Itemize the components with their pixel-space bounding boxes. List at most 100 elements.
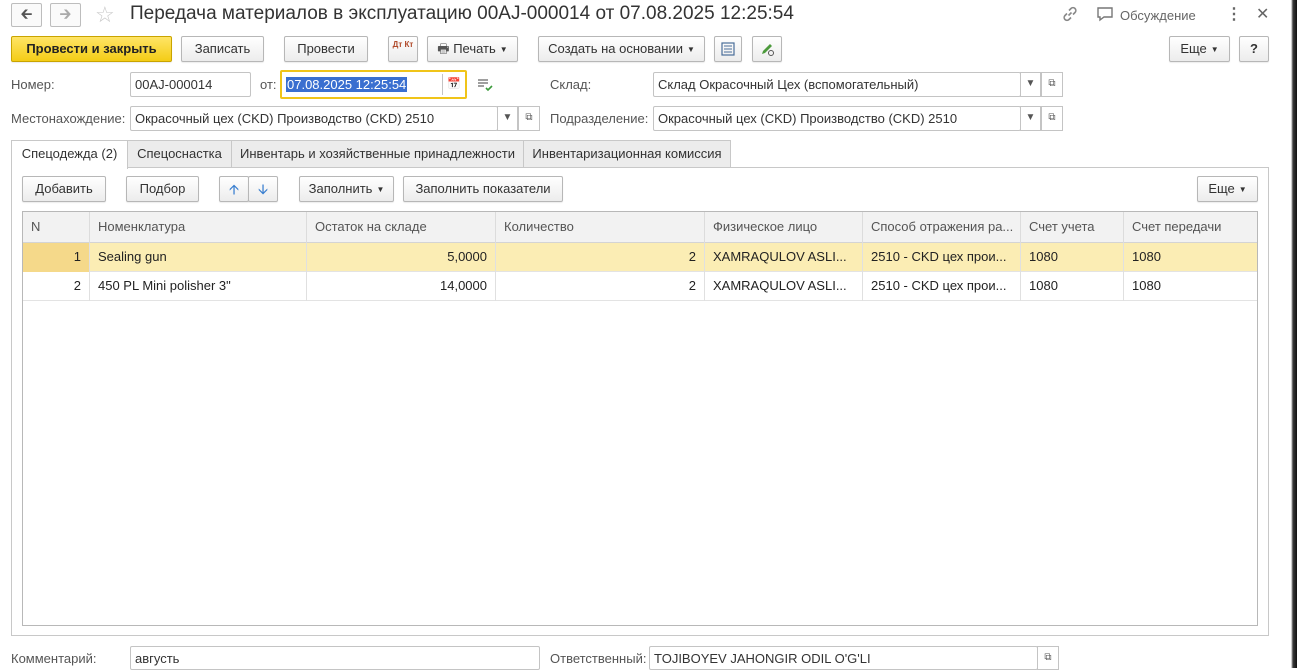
- location-dropdown-icon[interactable]: ▼: [497, 106, 518, 131]
- arrow-down-icon: 🡫: [257, 181, 269, 197]
- row-qty[interactable]: 2: [496, 272, 705, 301]
- col-qty[interactable]: Количество: [496, 212, 705, 243]
- row-account[interactable]: 1080: [1021, 272, 1124, 301]
- warehouse-label: Склад:: [550, 77, 592, 92]
- page-title: Передача материалов в эксплуатацию 00AJ-…: [130, 3, 794, 24]
- edit-document-button[interactable]: [752, 36, 782, 62]
- row-stock: 5,0000: [307, 243, 496, 272]
- tab-inventory-commission[interactable]: Инвентаризационная комиссия: [523, 140, 731, 168]
- save-button[interactable]: Записать: [181, 36, 264, 62]
- row-method[interactable]: 2510 - CKD цех прои...: [863, 272, 1021, 301]
- date-label: от:: [260, 77, 277, 92]
- print-label: Печать: [453, 41, 496, 56]
- warehouse-open-icon[interactable]: ⧉: [1041, 72, 1063, 97]
- col-transfer[interactable]: Счет передачи: [1124, 212, 1257, 243]
- table-row[interactable]: 2 450 PL Mini polisher 3" 14,0000 2 XAMR…: [23, 272, 1257, 301]
- warehouse-field[interactable]: Склад Окрасочный Цех (вспомогательный): [653, 72, 1021, 97]
- structure-button[interactable]: [714, 36, 742, 62]
- caret-down-icon: ▼: [376, 185, 385, 194]
- responsible-label: Ответственный:: [550, 651, 647, 666]
- add-button[interactable]: Добавить: [22, 176, 106, 202]
- move-up-button[interactable]: 🡩: [219, 176, 249, 202]
- help-button[interactable]: ?: [1239, 36, 1269, 62]
- row-number: 2: [23, 272, 90, 301]
- list-check-icon[interactable]: [477, 78, 493, 95]
- location-label: Местонахождение:: [11, 111, 126, 126]
- col-n[interactable]: N: [23, 212, 90, 243]
- items-table[interactable]: N Номенклатура Остаток на складе Количес…: [22, 211, 1258, 626]
- arrow-up-icon: 🡩: [228, 181, 240, 197]
- close-icon[interactable]: ✕: [1256, 4, 1269, 24]
- forward-button[interactable]: 🡲: [50, 3, 81, 27]
- printer-icon: 🖶: [437, 41, 450, 56]
- number-field[interactable]: 00AJ-000014: [130, 72, 251, 97]
- back-button[interactable]: 🡰: [11, 3, 42, 27]
- col-stock[interactable]: Остаток на складе: [307, 212, 496, 243]
- row-item[interactable]: Sealing gun: [90, 243, 307, 272]
- number-label: Номер:: [11, 77, 55, 92]
- table-more-label: Еще: [1208, 181, 1235, 196]
- location-open-icon[interactable]: ⧉: [518, 106, 540, 131]
- more-vertical-icon[interactable]: ⋮: [1226, 4, 1242, 24]
- responsible-open-icon[interactable]: ⧉: [1037, 646, 1059, 670]
- move-down-button[interactable]: 🡫: [248, 176, 278, 202]
- more-button[interactable]: Еще ▼: [1169, 36, 1230, 62]
- row-person[interactable]: XAMRAQULOV ASLI...: [705, 272, 863, 301]
- pick-button[interactable]: Подбор: [126, 176, 199, 202]
- row-item[interactable]: 450 PL Mini polisher 3": [90, 272, 307, 301]
- create-based-label: Создать на основании: [548, 41, 683, 56]
- favorite-star-icon[interactable]: ☆: [95, 2, 115, 28]
- location-field[interactable]: Окрасочный цех (CKD) Производство (CKD) …: [130, 106, 498, 131]
- calendar-icon[interactable]: 📅: [447, 77, 461, 90]
- col-person[interactable]: Физическое лицо: [705, 212, 863, 243]
- comment-label: Комментарий:: [11, 651, 97, 666]
- division-label: Подразделение:: [550, 111, 649, 126]
- structure-icon: [721, 42, 735, 56]
- more-label: Еще: [1180, 41, 1207, 56]
- window-edge: [1291, 0, 1297, 668]
- division-dropdown-icon[interactable]: ▼: [1020, 106, 1041, 131]
- table-header: N Номенклатура Остаток на складе Количес…: [23, 212, 1257, 243]
- row-method[interactable]: 2510 - CKD цех прои...: [863, 243, 1021, 272]
- arrow-right-icon: 🡲: [59, 6, 72, 23]
- print-button[interactable]: 🖶 Печать ▼: [427, 36, 518, 62]
- date-value: 07.08.2025 12:25:54: [286, 77, 408, 92]
- division-open-icon[interactable]: ⧉: [1041, 106, 1063, 131]
- row-number: 1: [23, 243, 90, 272]
- post-and-close-button[interactable]: Провести и закрыть: [11, 36, 172, 62]
- responsible-field[interactable]: TOJIBOYEV JAHONGIR ODIL O'G'LI: [649, 646, 1038, 670]
- caret-down-icon: ▼: [686, 45, 695, 54]
- row-transfer[interactable]: 1080: [1124, 272, 1257, 301]
- dt-kt-button[interactable]: Дт Кт: [388, 36, 418, 62]
- link-icon[interactable]: [1061, 5, 1079, 26]
- table-row[interactable]: 1 Sealing gun 5,0000 2 XAMRAQULOV ASLI..…: [23, 243, 1257, 272]
- caret-down-icon: ▼: [1238, 185, 1247, 194]
- caret-down-icon: ▼: [1210, 45, 1219, 54]
- row-person[interactable]: XAMRAQULOV ASLI...: [705, 243, 863, 272]
- fill-indicators-button[interactable]: Заполнить показатели: [403, 176, 563, 202]
- row-stock: 14,0000: [307, 272, 496, 301]
- row-account[interactable]: 1080: [1021, 243, 1124, 272]
- date-field[interactable]: 07.08.2025 12:25:54: [280, 70, 467, 99]
- tab-inventory[interactable]: Инвентарь и хозяйственные принадлежности: [231, 140, 524, 168]
- create-based-on-button[interactable]: Создать на основании ▼: [538, 36, 705, 62]
- caret-down-icon: ▼: [499, 45, 508, 54]
- division-field[interactable]: Окрасочный цех (CKD) Производство (CKD) …: [653, 106, 1021, 131]
- discussion-icon[interactable]: [1096, 5, 1114, 26]
- arrow-left-icon: 🡰: [20, 6, 33, 23]
- comment-field[interactable]: августь: [130, 646, 540, 670]
- tab-special-equipment[interactable]: Спецоснастка: [127, 140, 232, 168]
- dt-kt-icon: Дт Кт: [392, 40, 414, 49]
- row-transfer[interactable]: 1080: [1124, 243, 1257, 272]
- col-method[interactable]: Способ отражения ра...: [863, 212, 1021, 243]
- tab-workwear[interactable]: Спецодежда (2): [11, 140, 128, 169]
- col-item[interactable]: Номенклатура: [90, 212, 307, 243]
- fill-label: Заполнить: [308, 181, 373, 196]
- table-more-button[interactable]: Еще ▼: [1197, 176, 1258, 202]
- row-qty[interactable]: 2: [496, 243, 705, 272]
- fill-button[interactable]: Заполнить ▼: [299, 176, 394, 202]
- warehouse-dropdown-icon[interactable]: ▼: [1020, 72, 1041, 97]
- discussion-link[interactable]: Обсуждение: [1120, 8, 1196, 23]
- col-account[interactable]: Счет учета: [1021, 212, 1124, 243]
- post-button[interactable]: Провести: [284, 36, 368, 62]
